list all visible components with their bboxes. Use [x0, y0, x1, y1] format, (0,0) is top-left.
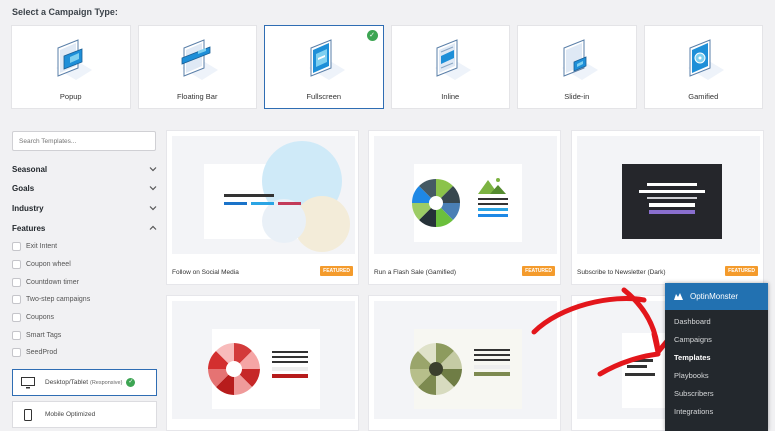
- selected-check-icon: ✓: [126, 378, 136, 387]
- template-preview: [577, 136, 760, 254]
- chevron-down-icon: [149, 206, 157, 211]
- template-card[interactable]: Subscribe to Newsletter (Dark) FEATURED: [571, 130, 764, 285]
- campaign-type-label: Inline: [441, 92, 460, 101]
- feature-coupons[interactable]: Coupons: [12, 312, 158, 323]
- gamified-icon: [688, 39, 725, 80]
- inline-icon: [435, 39, 472, 80]
- filter-features[interactable]: Features: [12, 224, 158, 236]
- template-thumbnail: [208, 329, 320, 409]
- checkbox[interactable]: [12, 331, 21, 340]
- checkbox[interactable]: [12, 313, 21, 322]
- template-name: Subscribe to Newsletter (Dark): [577, 269, 666, 276]
- template-thumbnail: [411, 164, 522, 242]
- checkbox[interactable]: [12, 348, 21, 357]
- page-title: Select a Campaign Type:: [12, 7, 118, 17]
- checkbox[interactable]: [12, 278, 21, 287]
- feature-label: Smart Tags: [26, 332, 62, 339]
- chevron-down-icon: [149, 167, 157, 172]
- filter-goals[interactable]: Goals: [12, 184, 158, 196]
- menu-item-campaigns[interactable]: Campaigns: [665, 331, 768, 349]
- campaign-type-gamified[interactable]: Gamified: [643, 25, 763, 109]
- featured-badge: FEATURED: [320, 266, 353, 276]
- filter-seasonal[interactable]: Seasonal: [12, 165, 158, 177]
- filter-label: Industry: [12, 204, 44, 213]
- campaign-type-label: Fullscreen: [306, 92, 342, 101]
- optinmonster-logo-icon: [674, 293, 683, 300]
- feature-label: Coupon wheel: [26, 261, 71, 268]
- template-card[interactable]: Follow on Social Media FEATURED: [166, 130, 359, 285]
- device-mobile[interactable]: Mobile Optimized: [12, 401, 157, 428]
- template-card[interactable]: [368, 295, 561, 431]
- campaign-type-label: Floating Bar: [177, 92, 218, 101]
- campaign-type-label: Gamified: [688, 92, 719, 101]
- selected-check-icon: ✓: [366, 30, 378, 41]
- campaign-type-inline[interactable]: Inline: [390, 25, 510, 109]
- floating-bar-icon: [181, 39, 219, 80]
- template-preview: [172, 136, 355, 254]
- wp-admin-submenu: OptinMonster Dashboard Campaigns Templat…: [665, 283, 768, 431]
- mobile-icon: [24, 408, 32, 421]
- optinmonster-menu-header[interactable]: OptinMonster: [665, 283, 768, 310]
- template-thumbnail: [410, 329, 522, 409]
- chevron-up-icon: [149, 225, 157, 230]
- checkbox[interactable]: [12, 242, 21, 251]
- campaign-type-popup[interactable]: Popup: [11, 25, 131, 109]
- chevron-down-icon: [149, 186, 157, 191]
- checkbox[interactable]: [12, 295, 21, 304]
- desktop-icon: [21, 376, 35, 388]
- fullscreen-icon: [308, 39, 345, 80]
- filter-label: Goals: [12, 184, 35, 193]
- filter-industry[interactable]: Industry: [12, 204, 158, 216]
- menu-item-integrations[interactable]: Integrations: [665, 403, 768, 421]
- menu-item-templates[interactable]: Templates: [665, 349, 768, 367]
- campaign-type-label: Popup: [59, 92, 82, 101]
- template-thumbnail: [622, 164, 722, 239]
- device-label: Desktop/Tablet: [45, 379, 88, 386]
- feature-exit-intent[interactable]: Exit Intent: [12, 241, 158, 252]
- campaign-type-label: Slide-in: [564, 92, 590, 101]
- feature-two-step[interactable]: Two-step campaigns: [12, 294, 158, 305]
- feature-coupon-wheel[interactable]: Coupon wheel: [12, 259, 158, 270]
- template-name: Run a Flash Sale (Gamified): [374, 269, 457, 276]
- template-preview: [374, 301, 557, 419]
- menu-title: OptinMonster: [690, 292, 739, 301]
- campaign-type-fullscreen[interactable]: ✓ Fullscreen: [264, 25, 384, 109]
- menu-item-subscribers[interactable]: Subscribers: [665, 385, 768, 403]
- menu-item-dashboard[interactable]: Dashboard: [665, 313, 768, 331]
- template-name: Follow on Social Media: [172, 269, 239, 276]
- menu-item-playbooks[interactable]: Playbooks: [665, 367, 768, 385]
- featured-badge: FEATURED: [522, 266, 555, 276]
- feature-seedprod[interactable]: SeedProd: [12, 347, 158, 358]
- feature-label: SeedProd: [26, 349, 58, 356]
- campaign-type-list: Popup Floating Bar ✓ Fullscreen Inline S…: [11, 25, 763, 109]
- template-preview: [172, 301, 355, 419]
- device-label: Mobile Optimized: [45, 411, 96, 418]
- device-desktop-tablet[interactable]: Desktop/Tablet (Responsive) ✓: [12, 369, 157, 396]
- template-thumbnail: [204, 141, 350, 252]
- feature-label: Coupons: [26, 314, 55, 321]
- feature-label: Two-step campaigns: [26, 296, 91, 303]
- feature-label: Exit Intent: [26, 243, 58, 250]
- popup-icon: [55, 39, 92, 80]
- device-note: (Responsive): [90, 379, 123, 386]
- filter-label: Features: [12, 224, 46, 233]
- slide-in-icon: [561, 39, 598, 80]
- campaign-type-slide-in[interactable]: Slide-in: [517, 25, 637, 109]
- campaign-type-floating-bar[interactable]: Floating Bar: [137, 25, 257, 109]
- feature-countdown-timer[interactable]: Countdown timer: [12, 277, 158, 288]
- feature-smart-tags[interactable]: Smart Tags: [12, 330, 158, 341]
- template-card[interactable]: [166, 295, 359, 431]
- template-preview: [374, 136, 557, 254]
- feature-label: Countdown timer: [26, 279, 79, 286]
- checkbox[interactable]: [12, 260, 21, 269]
- search-templates-input[interactable]: [12, 131, 156, 151]
- featured-badge: FEATURED: [725, 266, 758, 276]
- filter-label: Seasonal: [12, 165, 48, 174]
- template-card[interactable]: Run a Flash Sale (Gamified) FEATURED: [368, 130, 561, 285]
